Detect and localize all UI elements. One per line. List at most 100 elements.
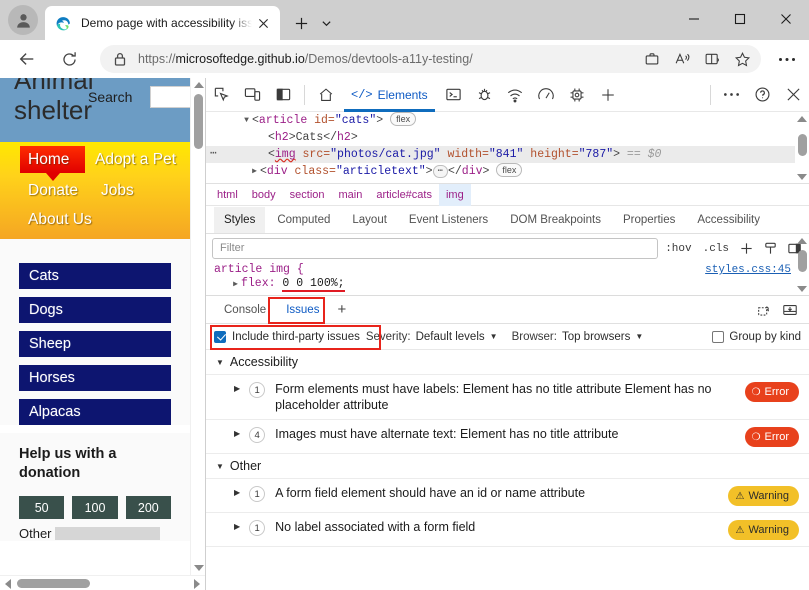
page-vertical-scrollbar[interactable] [190, 78, 205, 575]
back-button[interactable] [10, 44, 44, 74]
nav-link-home[interactable]: Home [28, 146, 69, 173]
tab-accessibility[interactable]: Accessibility [687, 207, 770, 233]
issue-row[interactable]: ▶ 1 Form elements must have labels: Elem… [206, 375, 809, 420]
url-bar[interactable]: https://microsoftedge.github.io/Demos/de… [100, 45, 761, 73]
breadcrumb-item-img[interactable]: img [438, 183, 471, 206]
page-vscroll-thumb[interactable] [194, 94, 203, 149]
clear-issues-icon[interactable] [751, 299, 777, 321]
nav-link-jobs[interactable]: Jobs [101, 177, 134, 204]
devtools-close-button[interactable] [778, 80, 809, 110]
page-scroll-down-button[interactable] [191, 561, 205, 575]
search-input[interactable] [150, 86, 190, 108]
animal-item-alpacas[interactable]: Alpacas [19, 399, 171, 425]
tab-performance-icon[interactable] [531, 80, 562, 110]
page-hscroll-thumb[interactable] [17, 579, 90, 588]
devtools-more-options-button[interactable] [716, 80, 747, 110]
immersive-reader-icon[interactable] [697, 46, 727, 72]
severity-filter[interactable]: Severity: Default levels ▼ [366, 331, 498, 343]
dom-tree[interactable]: ▼ <article id="cats"> flex <h2>Cats</h2>… [206, 112, 809, 184]
dom-scroll-up-button[interactable] [795, 112, 809, 126]
nav-link-adopt-a-pet[interactable]: Adopt a Pet [95, 146, 176, 173]
issue-group-other[interactable]: ▼ Other [206, 454, 809, 479]
page-horizontal-scrollbar[interactable] [0, 575, 205, 590]
add-panel-button[interactable] [593, 80, 624, 110]
styles-scroll-thumb[interactable] [798, 250, 807, 272]
group-by-kind-checkbox[interactable] [712, 330, 725, 343]
element-state-icon[interactable] [760, 239, 781, 259]
style-declaration[interactable]: ▶ flex: 0 0 100%; [206, 277, 809, 292]
browser-filter[interactable]: Browser: Top browsers ▼ [512, 331, 644, 343]
issue-row[interactable]: ▶ 4 Images must have alternate text: Ele… [206, 420, 809, 454]
breadcrumb-item-article-cats[interactable]: article#cats [369, 184, 439, 206]
tab-sources-debugger-icon[interactable] [469, 80, 500, 110]
collapsed-content-badge[interactable]: ⋯ [432, 165, 448, 178]
hov-button[interactable]: :hov [661, 243, 695, 255]
issue-row[interactable]: ▶ 1 No label associated with a form fiel… [206, 513, 809, 547]
include-third-party-checkbox[interactable] [214, 330, 226, 343]
dom-tree-scrollbar[interactable] [795, 112, 809, 183]
maximize-button[interactable] [717, 0, 763, 38]
favorite-star-icon[interactable] [727, 46, 757, 72]
declaration-twisty[interactable]: ▶ [230, 279, 241, 289]
breadcrumb-item-section[interactable]: section [283, 184, 332, 206]
tab-computed[interactable]: Computed [267, 207, 340, 233]
donation-amount-50[interactable]: 50 [19, 496, 65, 519]
animal-item-horses[interactable]: Horses [19, 365, 171, 391]
tab-styles[interactable]: Styles [214, 207, 266, 233]
styles-scrollbar[interactable] [795, 234, 809, 296]
animal-item-sheep[interactable]: Sheep [19, 331, 171, 357]
dock-side-icon[interactable] [268, 80, 299, 110]
chevron-right-icon[interactable]: ▶ [234, 429, 240, 438]
device-emulation-icon[interactable] [237, 80, 268, 110]
dock-drawer-icon[interactable] [777, 299, 803, 321]
dom-row[interactable]: ▼ <article id="cats"> flex [206, 112, 809, 129]
minimize-button[interactable] [671, 0, 717, 38]
tab-application-icon[interactable] [562, 80, 593, 110]
collections-icon[interactable] [637, 46, 667, 72]
row-menu-dots[interactable]: ⋯ [210, 146, 217, 163]
tab-event-listeners[interactable]: Event Listeners [399, 207, 498, 233]
tab-elements[interactable]: </> Elements [341, 78, 438, 112]
tab-properties[interactable]: Properties [613, 207, 685, 233]
drawer-add-tab-button[interactable]: + [329, 300, 354, 320]
issue-group-accessibility[interactable]: ▼ Accessibility [206, 350, 809, 375]
browser-settings-menu-button[interactable] [771, 44, 803, 74]
read-aloud-icon[interactable] [667, 46, 697, 72]
style-rule-source-link[interactable]: styles.css:45 [705, 264, 791, 276]
drawer-tab-console[interactable]: Console [214, 297, 276, 323]
page-scroll-right-button[interactable] [189, 576, 205, 590]
declaration-value[interactable]: 0 0 100%; [282, 277, 345, 292]
tab-console-icon[interactable] [438, 80, 469, 110]
group-by-kind-control[interactable]: Group by kind [712, 330, 801, 343]
drawer-tab-issues[interactable]: Issues [276, 297, 329, 323]
tab-network-icon[interactable] [500, 80, 531, 110]
inspect-element-icon[interactable] [206, 80, 237, 110]
styles-filter-input[interactable]: Filter [212, 238, 659, 259]
browser-tab[interactable]: Demo page with accessibility issues [45, 6, 280, 40]
flex-badge[interactable]: flex [496, 163, 523, 177]
profile-avatar-button[interactable] [8, 5, 38, 35]
new-style-rule-icon[interactable] [736, 239, 757, 259]
reload-button[interactable] [52, 44, 86, 74]
dom-scroll-thumb[interactable] [798, 134, 807, 156]
animal-item-cats[interactable]: Cats [19, 263, 171, 289]
tab-actions-menu-button[interactable] [315, 12, 337, 34]
window-close-button[interactable] [763, 0, 809, 38]
dom-scroll-down-button[interactable] [795, 170, 809, 183]
tab-dom-breakpoints[interactable]: DOM Breakpoints [500, 207, 611, 233]
breadcrumb-item-body[interactable]: body [245, 184, 283, 206]
breadcrumb-item-html[interactable]: html [210, 184, 245, 206]
donation-other-input[interactable] [55, 527, 160, 540]
tab-close-button[interactable] [252, 12, 274, 34]
nav-link-about-us[interactable]: About Us [28, 206, 92, 233]
nav-link-donate[interactable]: Donate [28, 177, 78, 204]
issue-row[interactable]: ▶ 1 A form field element should have an … [206, 479, 809, 513]
home-icon[interactable] [310, 80, 341, 110]
breadcrumb-item-main[interactable]: main [332, 184, 370, 206]
expand-twisty[interactable]: ▶ [249, 163, 260, 180]
chevron-right-icon[interactable]: ▶ [234, 522, 240, 531]
donation-amount-200[interactable]: 200 [125, 496, 171, 519]
chevron-right-icon[interactable]: ▶ [234, 488, 240, 497]
page-scroll-left-button[interactable] [0, 576, 16, 590]
dom-row-selected[interactable]: ⋯ <img src="photos/cat.jpg" width="841" … [206, 146, 809, 163]
